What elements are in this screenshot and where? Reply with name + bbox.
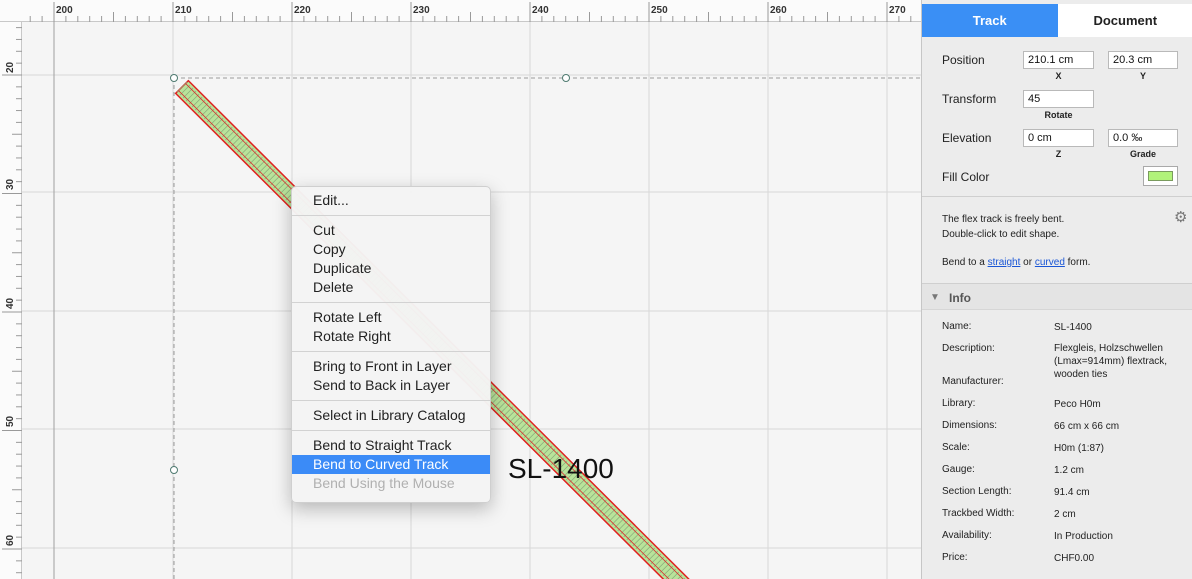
- info-value: 66 cm x 66 cm: [1054, 421, 1120, 432]
- menu-item-copy[interactable]: Copy: [292, 240, 490, 259]
- ruler-x-label: 250: [651, 5, 668, 16]
- grade-field[interactable]: 0.0 ‰: [1108, 129, 1178, 147]
- grade-caption: Grade: [1129, 149, 1156, 159]
- selection-handle[interactable]: [562, 74, 570, 82]
- ruler-y-label: 50: [5, 415, 16, 427]
- ruler-y-label: 20: [5, 61, 16, 73]
- context-menu[interactable]: Edit... Cut Copy Duplicate Delete Rotate Left…: [291, 186, 491, 503]
- bend-or: or: [1023, 257, 1033, 268]
- track-name-label: SL-1400: [508, 453, 614, 484]
- ruler-x-label: 230: [413, 5, 430, 16]
- rotate-caption: Rotate: [1044, 110, 1073, 120]
- info-value: SL-1400: [1054, 322, 1092, 333]
- z-caption: Z: [1055, 149, 1062, 159]
- info-key: Trackbed Width:: [942, 508, 1015, 519]
- ruler-x-label: 210: [175, 5, 192, 16]
- menu-separator: [292, 351, 490, 352]
- ruler-y-label: 30: [5, 178, 16, 190]
- curved-link[interactable]: curved: [1035, 257, 1065, 268]
- y-caption: Y: [1139, 71, 1146, 81]
- ruler-y-label: 40: [5, 297, 16, 309]
- info-value: 1.2 cm: [1054, 465, 1085, 476]
- bend-hint: Bend to a straight or curved form.: [942, 255, 1090, 270]
- selection-handle[interactable]: [170, 466, 178, 474]
- menu-item-bend-to-curved-track[interactable]: Bend to Curved Track: [292, 455, 490, 474]
- info-value: 2 cm: [1054, 509, 1076, 520]
- elevation-z-field[interactable]: 0 cm: [1023, 129, 1094, 147]
- menu-item-send-to-back-in-layer[interactable]: Send to Back in Layer: [292, 376, 490, 395]
- x-caption: X: [1055, 71, 1062, 81]
- disclosure-triangle-icon[interactable]: ▼: [930, 292, 940, 303]
- menu-item-duplicate[interactable]: Duplicate: [292, 259, 490, 278]
- ruler-horizontal: 200 210 220 230 240 250 260 270: [0, 0, 921, 22]
- menu-item-bend-using-the-mouse: Bend Using the Mouse: [313, 475, 455, 491]
- menu-separator: [292, 302, 490, 303]
- menu-item-bring-to-front-in-layer[interactable]: Bring to Front in Layer: [292, 357, 490, 376]
- app-window: 200 210 220 230 240 250 260 270 20 30 40 50 60 SL-1…: [0, 0, 1192, 579]
- ruler-vertical: 20 30 40 50 60: [0, 22, 22, 579]
- track-description-1: The flex track is freely bent.: [942, 214, 1065, 225]
- menu-item-rotate-left[interactable]: Rotate Left: [292, 308, 490, 327]
- rotate-field[interactable]: 45: [1023, 90, 1094, 108]
- track-description-2: Double-click to edit shape.: [942, 229, 1060, 240]
- info-value: 91.4 cm: [1054, 487, 1090, 498]
- menu-separator: [292, 215, 490, 216]
- menu-item-cut[interactable]: Cut: [292, 221, 490, 240]
- menu-item-edit[interactable]: Edit...: [292, 191, 490, 210]
- inspector-tabs: Track Document: [922, 4, 1192, 37]
- info-value: In Production: [1054, 531, 1113, 542]
- info-section-header[interactable]: ▼ Info: [922, 283, 1192, 310]
- info-title: Info: [949, 291, 971, 305]
- info-key: Description:: [942, 343, 995, 354]
- tab-document[interactable]: Document: [1057, 4, 1192, 37]
- transform-label: Transform: [942, 92, 997, 106]
- menu-item-select-in-library-catalog[interactable]: Select in Library Catalog: [292, 406, 490, 425]
- info-value: Flexgleis, Holzschwellen (Lmax=914mm) fl…: [1054, 343, 1168, 380]
- position-y-field[interactable]: 20.3 cm: [1108, 51, 1178, 69]
- gear-icon[interactable]: ⚙: [1174, 208, 1187, 226]
- info-value: H0m (1:87): [1054, 443, 1105, 454]
- layout-canvas[interactable]: 200 210 220 230 240 250 260 270 20 30 40 50 60 SL-1…: [0, 0, 921, 579]
- elevation-label: Elevation: [942, 131, 992, 145]
- ruler-x-label: 220: [294, 5, 311, 16]
- tab-track[interactable]: Track: [922, 4, 1058, 37]
- menu-separator: [292, 430, 490, 431]
- menu-item-rotate-right[interactable]: Rotate Right: [292, 327, 490, 346]
- info-key: Dimensions:: [942, 420, 998, 431]
- info-key: Section Length:: [942, 486, 1012, 497]
- position-x-field[interactable]: 210.1 cm: [1023, 51, 1094, 69]
- ruler-x-label: 200: [56, 5, 73, 16]
- inspector-panel: Track Document Position 210.1 cm 20.3 cm…: [921, 0, 1192, 579]
- divider: [922, 196, 1192, 197]
- ruler-x-label: 270: [889, 5, 906, 16]
- position-label: Position: [942, 53, 985, 67]
- bend-prefix: Bend to a: [942, 257, 985, 268]
- fill-color-well[interactable]: [1143, 166, 1178, 186]
- info-key: Manufacturer:: [942, 376, 1004, 387]
- menu-item-bend-to-straight-track[interactable]: Bend to Straight Track: [292, 436, 490, 455]
- info-key: Gauge:: [942, 464, 975, 475]
- fill-color-swatch: [1148, 171, 1173, 181]
- info-value: Peco H0m: [1054, 399, 1101, 410]
- info-value: CHF0.00: [1054, 553, 1095, 564]
- bend-suffix: form.: [1067, 257, 1091, 268]
- straight-link[interactable]: straight: [988, 257, 1021, 268]
- info-key: Name:: [942, 321, 972, 332]
- info-key: Price:: [942, 552, 968, 563]
- fill-color-label: Fill Color: [942, 170, 990, 184]
- menu-item-delete[interactable]: Delete: [292, 278, 490, 297]
- info-key: Availability:: [942, 530, 992, 541]
- info-key: Scale:: [942, 442, 970, 453]
- ruler-x-label: 240: [532, 5, 549, 16]
- menu-separator: [292, 400, 490, 401]
- selection-handle[interactable]: [170, 74, 178, 82]
- ruler-x-label: 260: [770, 5, 787, 16]
- ruler-y-label: 60: [5, 534, 16, 546]
- info-key: Library:: [942, 398, 976, 409]
